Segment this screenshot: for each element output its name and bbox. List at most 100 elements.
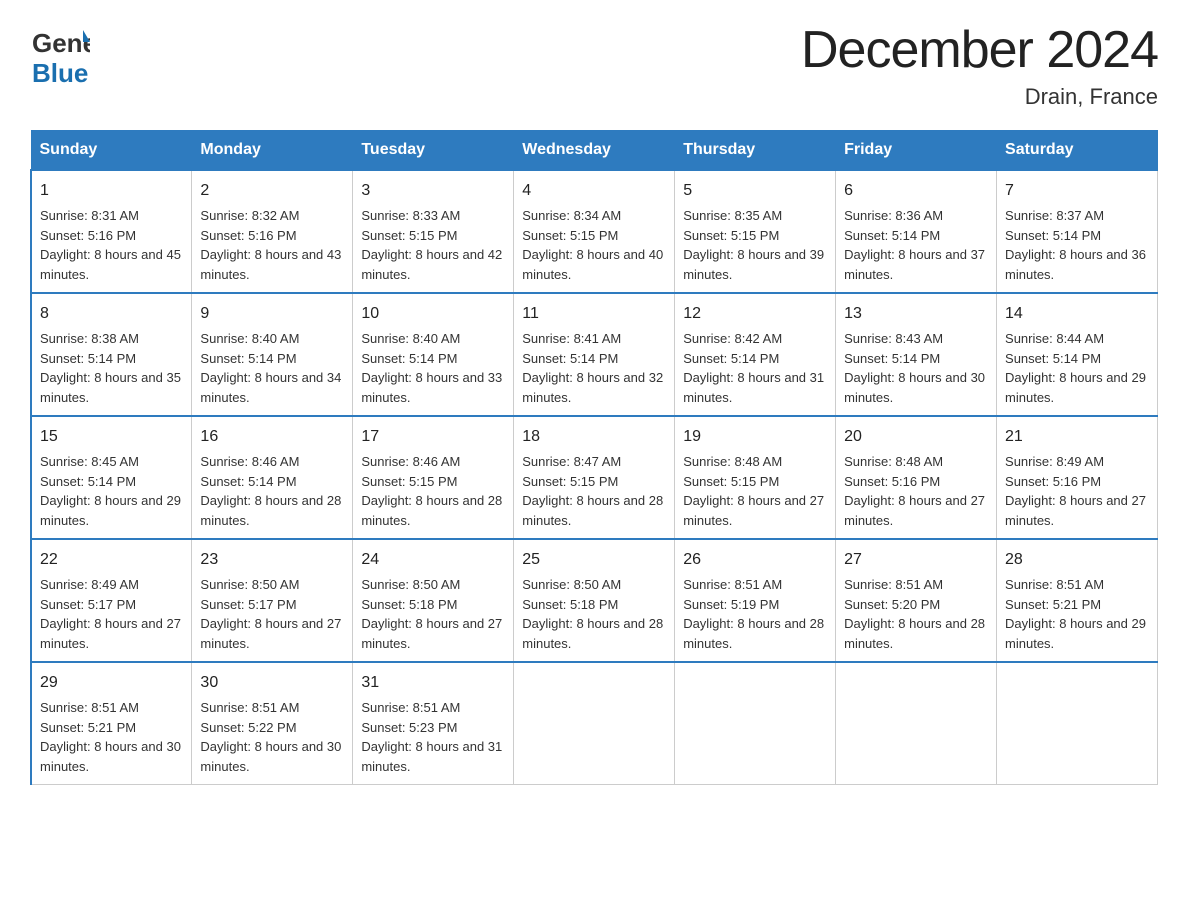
day-number: 28 (1005, 548, 1149, 572)
day-info: Sunrise: 8:49 AMSunset: 5:17 PMDaylight:… (40, 577, 181, 651)
calendar-cell: 23 Sunrise: 8:50 AMSunset: 5:17 PMDaylig… (192, 539, 353, 662)
day-number: 26 (683, 548, 827, 572)
day-info: Sunrise: 8:47 AMSunset: 5:15 PMDaylight:… (522, 454, 663, 528)
day-number: 30 (200, 671, 344, 695)
day-number: 3 (361, 179, 505, 203)
day-number: 17 (361, 425, 505, 449)
day-info: Sunrise: 8:50 AMSunset: 5:17 PMDaylight:… (200, 577, 341, 651)
day-info: Sunrise: 8:50 AMSunset: 5:18 PMDaylight:… (522, 577, 663, 651)
day-info: Sunrise: 8:49 AMSunset: 5:16 PMDaylight:… (1005, 454, 1146, 528)
calendar-body: 1 Sunrise: 8:31 AMSunset: 5:16 PMDayligh… (31, 170, 1158, 785)
day-number: 22 (40, 548, 183, 572)
day-number: 6 (844, 179, 988, 203)
calendar-cell: 26 Sunrise: 8:51 AMSunset: 5:19 PMDaylig… (675, 539, 836, 662)
calendar-cell: 8 Sunrise: 8:38 AMSunset: 5:14 PMDayligh… (31, 293, 192, 416)
day-number: 14 (1005, 302, 1149, 326)
day-info: Sunrise: 8:51 AMSunset: 5:20 PMDaylight:… (844, 577, 985, 651)
calendar-week-5: 29 Sunrise: 8:51 AMSunset: 5:21 PMDaylig… (31, 662, 1158, 785)
page-header: General Blue December 2024 Drain, France (30, 20, 1158, 110)
day-info: Sunrise: 8:46 AMSunset: 5:15 PMDaylight:… (361, 454, 502, 528)
weekday-header-friday: Friday (836, 131, 997, 171)
calendar-cell: 2 Sunrise: 8:32 AMSunset: 5:16 PMDayligh… (192, 170, 353, 293)
calendar-cell (836, 662, 997, 785)
calendar-cell: 3 Sunrise: 8:33 AMSunset: 5:15 PMDayligh… (353, 170, 514, 293)
calendar-week-1: 1 Sunrise: 8:31 AMSunset: 5:16 PMDayligh… (31, 170, 1158, 293)
day-number: 18 (522, 425, 666, 449)
location-label: Drain, France (801, 84, 1158, 110)
calendar-cell: 12 Sunrise: 8:42 AMSunset: 5:14 PMDaylig… (675, 293, 836, 416)
calendar-header: SundayMondayTuesdayWednesdayThursdayFrid… (31, 131, 1158, 171)
day-info: Sunrise: 8:43 AMSunset: 5:14 PMDaylight:… (844, 331, 985, 405)
svg-text:General: General (32, 28, 90, 58)
day-number: 15 (40, 425, 183, 449)
title-area: December 2024 Drain, France (801, 20, 1158, 110)
calendar-cell (675, 662, 836, 785)
day-info: Sunrise: 8:33 AMSunset: 5:15 PMDaylight:… (361, 208, 502, 282)
day-info: Sunrise: 8:32 AMSunset: 5:16 PMDaylight:… (200, 208, 341, 282)
day-info: Sunrise: 8:48 AMSunset: 5:15 PMDaylight:… (683, 454, 824, 528)
calendar-cell: 25 Sunrise: 8:50 AMSunset: 5:18 PMDaylig… (514, 539, 675, 662)
calendar-cell: 1 Sunrise: 8:31 AMSunset: 5:16 PMDayligh… (31, 170, 192, 293)
day-info: Sunrise: 8:40 AMSunset: 5:14 PMDaylight:… (200, 331, 341, 405)
weekday-header-monday: Monday (192, 131, 353, 171)
day-number: 27 (844, 548, 988, 572)
calendar-cell: 5 Sunrise: 8:35 AMSunset: 5:15 PMDayligh… (675, 170, 836, 293)
day-number: 4 (522, 179, 666, 203)
day-number: 2 (200, 179, 344, 203)
weekday-header-row: SundayMondayTuesdayWednesdayThursdayFrid… (31, 131, 1158, 171)
day-number: 7 (1005, 179, 1149, 203)
calendar-cell: 30 Sunrise: 8:51 AMSunset: 5:22 PMDaylig… (192, 662, 353, 785)
calendar-cell: 6 Sunrise: 8:36 AMSunset: 5:14 PMDayligh… (836, 170, 997, 293)
day-info: Sunrise: 8:40 AMSunset: 5:14 PMDaylight:… (361, 331, 502, 405)
day-info: Sunrise: 8:45 AMSunset: 5:14 PMDaylight:… (40, 454, 181, 528)
weekday-header-saturday: Saturday (997, 131, 1158, 171)
calendar-cell: 7 Sunrise: 8:37 AMSunset: 5:14 PMDayligh… (997, 170, 1158, 293)
day-number: 9 (200, 302, 344, 326)
calendar-cell: 4 Sunrise: 8:34 AMSunset: 5:15 PMDayligh… (514, 170, 675, 293)
day-info: Sunrise: 8:38 AMSunset: 5:14 PMDaylight:… (40, 331, 181, 405)
day-number: 25 (522, 548, 666, 572)
day-info: Sunrise: 8:51 AMSunset: 5:19 PMDaylight:… (683, 577, 824, 651)
svg-text:Blue: Blue (32, 58, 88, 88)
calendar-cell: 9 Sunrise: 8:40 AMSunset: 5:14 PMDayligh… (192, 293, 353, 416)
day-info: Sunrise: 8:44 AMSunset: 5:14 PMDaylight:… (1005, 331, 1146, 405)
weekday-header-wednesday: Wednesday (514, 131, 675, 171)
day-info: Sunrise: 8:51 AMSunset: 5:22 PMDaylight:… (200, 700, 341, 774)
day-number: 5 (683, 179, 827, 203)
day-info: Sunrise: 8:37 AMSunset: 5:14 PMDaylight:… (1005, 208, 1146, 282)
calendar-cell: 19 Sunrise: 8:48 AMSunset: 5:15 PMDaylig… (675, 416, 836, 539)
day-number: 19 (683, 425, 827, 449)
day-number: 29 (40, 671, 183, 695)
day-info: Sunrise: 8:48 AMSunset: 5:16 PMDaylight:… (844, 454, 985, 528)
logo: General Blue (30, 20, 90, 95)
day-info: Sunrise: 8:50 AMSunset: 5:18 PMDaylight:… (361, 577, 502, 651)
weekday-header-tuesday: Tuesday (353, 131, 514, 171)
day-info: Sunrise: 8:31 AMSunset: 5:16 PMDaylight:… (40, 208, 181, 282)
weekday-header-thursday: Thursday (675, 131, 836, 171)
calendar-cell: 31 Sunrise: 8:51 AMSunset: 5:23 PMDaylig… (353, 662, 514, 785)
calendar-cell: 17 Sunrise: 8:46 AMSunset: 5:15 PMDaylig… (353, 416, 514, 539)
calendar-cell: 15 Sunrise: 8:45 AMSunset: 5:14 PMDaylig… (31, 416, 192, 539)
logo-svg: General Blue (30, 20, 90, 90)
calendar-cell: 29 Sunrise: 8:51 AMSunset: 5:21 PMDaylig… (31, 662, 192, 785)
day-info: Sunrise: 8:51 AMSunset: 5:21 PMDaylight:… (40, 700, 181, 774)
calendar-cell: 22 Sunrise: 8:49 AMSunset: 5:17 PMDaylig… (31, 539, 192, 662)
calendar-week-3: 15 Sunrise: 8:45 AMSunset: 5:14 PMDaylig… (31, 416, 1158, 539)
weekday-header-sunday: Sunday (31, 131, 192, 171)
day-number: 13 (844, 302, 988, 326)
calendar-table: SundayMondayTuesdayWednesdayThursdayFrid… (30, 130, 1158, 785)
calendar-cell (997, 662, 1158, 785)
day-number: 31 (361, 671, 505, 695)
logo-icon-block: General Blue (30, 20, 90, 95)
calendar-cell: 28 Sunrise: 8:51 AMSunset: 5:21 PMDaylig… (997, 539, 1158, 662)
calendar-cell: 13 Sunrise: 8:43 AMSunset: 5:14 PMDaylig… (836, 293, 997, 416)
calendar-cell: 24 Sunrise: 8:50 AMSunset: 5:18 PMDaylig… (353, 539, 514, 662)
day-info: Sunrise: 8:51 AMSunset: 5:23 PMDaylight:… (361, 700, 502, 774)
day-number: 20 (844, 425, 988, 449)
calendar-week-2: 8 Sunrise: 8:38 AMSunset: 5:14 PMDayligh… (31, 293, 1158, 416)
calendar-cell: 20 Sunrise: 8:48 AMSunset: 5:16 PMDaylig… (836, 416, 997, 539)
day-info: Sunrise: 8:41 AMSunset: 5:14 PMDaylight:… (522, 331, 663, 405)
calendar-cell: 11 Sunrise: 8:41 AMSunset: 5:14 PMDaylig… (514, 293, 675, 416)
day-info: Sunrise: 8:46 AMSunset: 5:14 PMDaylight:… (200, 454, 341, 528)
day-number: 16 (200, 425, 344, 449)
